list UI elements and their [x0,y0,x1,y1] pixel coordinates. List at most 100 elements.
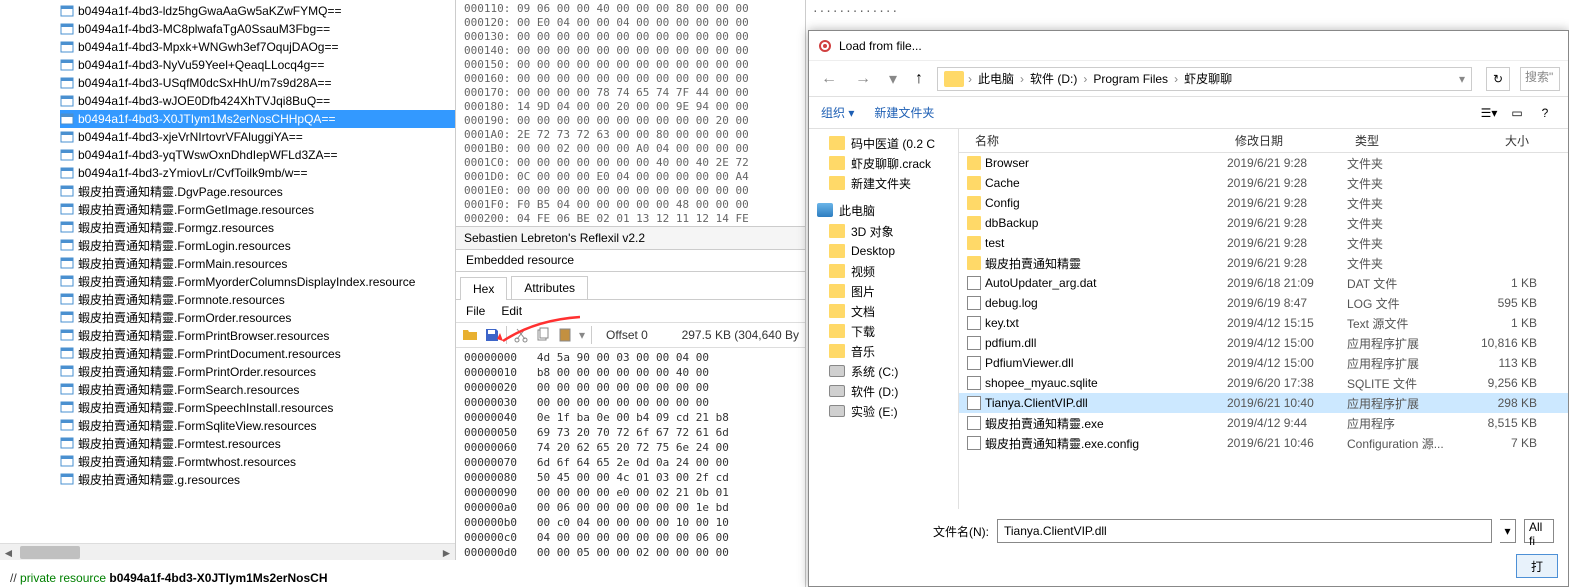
nav-forward[interactable]: → [851,70,875,88]
col-date[interactable]: 修改日期 [1227,132,1347,149]
file-row[interactable]: dbBackup2019/6/21 9:28文件夹 [959,213,1568,233]
sidebar-item[interactable]: 码中医道 (0.2 C [809,133,958,153]
open-button[interactable]: 打 [1516,554,1558,578]
search-input[interactable]: 搜索" [1520,67,1560,91]
file-list[interactable]: 名称 修改日期 类型 大小 Browser2019/6/21 9:28文件夹Ca… [959,129,1568,509]
sidebar-this-pc[interactable]: 此电脑 [809,199,958,221]
sidebar-item[interactable]: 虾皮聊聊.crack [809,153,958,173]
sidebar-item[interactable]: 软件 (D:) [809,381,958,401]
tree-item[interactable]: b0494a1f-4bd3-ldz5hgGwaAaGw5aKZwFYMQ== [60,2,455,20]
save-icon[interactable] [484,327,500,343]
file-row[interactable]: 蝦皮拍賣通知精靈.exe2019/4/12 9:44应用程序8,515 KB [959,413,1568,433]
tree-item[interactable]: b0494a1f-4bd3-xjeVrNIrtovrVFAluggiYA== [60,128,455,146]
tree-item[interactable]: 蝦皮拍賣通知精靈.Formgz.resources [60,218,455,236]
tree-item[interactable]: b0494a1f-4bd3-MC8plwafaTgA0SsauM3Fbg== [60,20,455,38]
tree-item[interactable]: 蝦皮拍賣通知精靈.Formtwhost.resources [60,452,455,470]
organize-menu[interactable]: 组织 ▾ [821,104,854,121]
file-row[interactable]: AutoUpdater_arg.dat2019/6/18 21:09DAT 文件… [959,273,1568,293]
breadcrumb-item[interactable]: 此电脑 [976,70,1016,87]
folder-icon [829,156,845,170]
tree-item[interactable]: 蝦皮拍賣通知精靈.FormPrintBrowser.resources [60,326,455,344]
breadcrumb[interactable]: › 此电脑› 软件 (D:)› Program Files› 虾皮聊聊 ▾ [937,67,1472,91]
open-icon[interactable] [462,327,478,343]
sidebar-item[interactable]: 下载 [809,321,958,341]
tree-item[interactable]: b0494a1f-4bd3-Mpxk+WNGwh3ef7OqujDAOg== [60,38,455,56]
breadcrumb-item[interactable]: 虾皮聊聊 [1182,70,1234,87]
nav-back[interactable]: ← [817,70,841,88]
tree-item[interactable]: b0494a1f-4bd3-NyVu59Yeel+QeaqLLocq4g== [60,56,455,74]
scroll-left-arrow[interactable]: ◄ [0,544,17,560]
sidebar-item[interactable]: 系统 (C:) [809,361,958,381]
col-type[interactable]: 类型 [1347,132,1457,149]
scroll-right-arrow[interactable]: ► [438,544,455,560]
scroll-thumb[interactable] [20,546,80,559]
col-size[interactable]: 大小 [1457,132,1537,149]
view-mode-button[interactable]: ☰▾ [1478,102,1500,124]
resource-tree[interactable]: b0494a1f-4bd3-ldz5hgGwaAaGw5aKZwFYMQ==b0… [0,0,455,488]
sidebar-item[interactable]: 音乐 [809,341,958,361]
tree-item[interactable]: 蝦皮拍賣通知精靈.FormSpeechInstall.resources [60,398,455,416]
tree-item[interactable]: 蝦皮拍賣通知精靈.FormPrintOrder.resources [60,362,455,380]
horizontal-scrollbar[interactable]: ◄ ► [0,543,455,560]
col-name[interactable]: 名称 [967,132,1227,149]
file-row[interactable]: pdfium.dll2019/4/12 15:00应用程序扩展10,816 KB [959,333,1568,353]
sidebar-item[interactable]: 新建文件夹 [809,173,958,193]
tree-item[interactable]: 蝦皮拍賣通知精靈.FormSearch.resources [60,380,455,398]
breadcrumb-item[interactable]: 软件 (D:) [1028,70,1079,87]
cut-icon[interactable] [513,327,529,343]
filename-input[interactable] [997,519,1492,543]
tree-item[interactable]: 蝦皮拍賣通知精靈.FormLogin.resources [60,236,455,254]
tree-item[interactable]: 蝦皮拍賣通知精靈.Formnote.resources [60,290,455,308]
hex-dump-body[interactable]: 00000000 4d 5a 90 00 03 00 00 04 00 0000… [456,348,805,562]
help-button[interactable]: ? [1534,102,1556,124]
sidebar-item[interactable]: 文档 [809,301,958,321]
tree-item[interactable]: 蝦皮拍賣通知精靈.FormMyorderColumnsDisplayIndex.… [60,272,455,290]
sidebar-item[interactable]: 实验 (E:) [809,401,958,421]
paste-icon[interactable] [557,327,573,343]
file-row[interactable]: Tianya.ClientVIP.dll2019/6/21 10:40应用程序扩… [959,393,1568,413]
tree-item[interactable]: b0494a1f-4bd3-yqTWswOxnDhdIepWFLd3ZA== [60,146,455,164]
file-row[interactable]: key.txt2019/4/12 15:15Text 源文件1 KB [959,313,1568,333]
sidebar-item[interactable]: 图片 [809,281,958,301]
filename-dropdown[interactable]: ▾ [1500,519,1516,543]
file-row[interactable]: debug.log2019/6/19 8:47LOG 文件595 KB [959,293,1568,313]
preview-pane-button[interactable]: ▭ [1506,102,1528,124]
file-row[interactable]: test2019/6/21 9:28文件夹 [959,233,1568,253]
tree-item[interactable]: 蝦皮拍賣通知精靈.FormOrder.resources [60,308,455,326]
tree-item[interactable]: 蝦皮拍賣通知精靈.FormSqliteView.resources [60,416,455,434]
tab-attributes[interactable]: Attributes [511,276,588,299]
refresh-button[interactable]: ↻ [1486,67,1510,91]
tab-hex[interactable]: Hex [460,277,507,300]
file-row[interactable]: Config2019/6/21 9:28文件夹 [959,193,1568,213]
file-row[interactable]: shopee_myauc.sqlite2019/6/20 17:38SQLITE… [959,373,1568,393]
file-row[interactable]: 蝦皮拍賣通知精靈.exe.config2019/6/21 10:46Config… [959,433,1568,453]
menu-file[interactable]: File [466,304,485,318]
sidebar-item[interactable]: Desktop [809,241,958,261]
tree-item[interactable]: 蝦皮拍賣通知精靈.DgvPage.resources [60,182,455,200]
breadcrumb-dropdown[interactable]: ▾ [1459,72,1465,86]
sidebar-item[interactable]: 3D 对象 [809,221,958,241]
copy-icon[interactable] [535,327,551,343]
file-row[interactable]: Cache2019/6/21 9:28文件夹 [959,173,1568,193]
breadcrumb-item[interactable]: Program Files [1091,72,1170,86]
new-folder-button[interactable]: 新建文件夹 [874,104,934,121]
tree-item[interactable]: 蝦皮拍賣通知精靈.FormPrintDocument.resources [60,344,455,362]
file-row[interactable]: PdfiumViewer.dll2019/4/12 15:00应用程序扩展113… [959,353,1568,373]
sidebar-item[interactable]: 视频 [809,261,958,281]
file-row[interactable]: 蝦皮拍賣通知精靈2019/6/21 9:28文件夹 [959,253,1568,273]
menu-edit[interactable]: Edit [501,304,522,318]
nav-up[interactable]: ↑ [911,70,927,88]
filter-dropdown[interactable]: All fi [1524,519,1554,543]
tree-item[interactable]: b0494a1f-4bd3-zYmiovLr/CvfToilk9mb/w== [60,164,455,182]
tree-item[interactable]: b0494a1f-4bd3-X0JTIym1Ms2erNosCHHpQA== [60,110,455,128]
file-row[interactable]: Browser2019/6/21 9:28文件夹 [959,153,1568,173]
tree-item[interactable]: 蝦皮拍賣通知精靈.FormGetImage.resources [60,200,455,218]
nav-recent-dropdown[interactable]: ▾ [885,69,901,89]
tree-item[interactable]: 蝦皮拍賣通知精靈.Formtest.resources [60,434,455,452]
dialog-sidebar[interactable]: 码中医道 (0.2 C虾皮聊聊.crack新建文件夹 此电脑 3D 对象Desk… [809,129,959,509]
sidebar-item-label: 3D 对象 [851,223,894,240]
tree-item[interactable]: 蝦皮拍賣通知精靈.FormMain.resources [60,254,455,272]
tree-item[interactable]: b0494a1f-4bd3-wJOE0Dfb424XhTVJqi8BuQ== [60,92,455,110]
tree-item[interactable]: 蝦皮拍賣通知精靈.g.resources [60,470,455,488]
tree-item[interactable]: b0494a1f-4bd3-USqfM0dcSxHhU/m7s9d28A== [60,74,455,92]
